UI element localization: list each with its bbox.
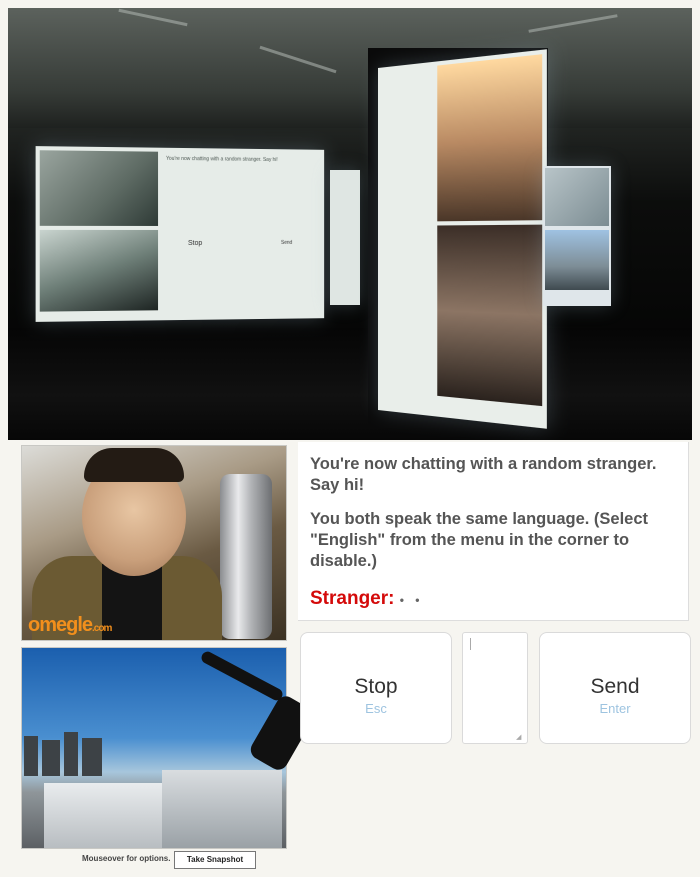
- building: [24, 736, 38, 776]
- take-snapshot-button[interactable]: Take Snapshot: [174, 851, 256, 869]
- stranger-label: Stranger:: [310, 588, 395, 609]
- projection-screen-right: [543, 166, 611, 306]
- hair: [84, 448, 184, 482]
- building: [42, 740, 60, 776]
- screen-webcam-city: [545, 230, 609, 290]
- projection-screen-middle: [330, 170, 360, 305]
- mouseover-hint: Mouseover for options.: [82, 854, 171, 863]
- projection-screen-left: You're now chatting with a random strang…: [35, 146, 325, 322]
- resize-handle[interactable]: ◢: [516, 733, 521, 741]
- send-button-label: Send: [590, 675, 640, 698]
- send-button-hint: Enter: [599, 701, 631, 716]
- metal-can: [220, 474, 272, 639]
- stranger-webcam-video: [21, 647, 317, 849]
- building: [64, 732, 78, 776]
- omegle-logo: omegle.com: [28, 614, 112, 636]
- screen-send-label: Send: [280, 239, 293, 246]
- projection-screen-center: [378, 49, 547, 429]
- screen-webcam-stranger: [39, 229, 159, 312]
- ceiling: [8, 8, 692, 128]
- text-caret: [470, 638, 471, 650]
- screen-webcam-top: [545, 168, 609, 226]
- typing-indicator: • •: [399, 593, 424, 607]
- chat-intro-message: You're now chatting with a random strang…: [310, 455, 657, 494]
- user-webcam-video: omegle.com: [21, 445, 287, 641]
- screen-webcam-second: [437, 224, 543, 407]
- screen-chat-text: You're now chatting with a random strang…: [166, 155, 278, 164]
- floor: [8, 328, 692, 440]
- message-input[interactable]: [462, 632, 528, 744]
- chat-interface: omegle.com Mouseover for options. Take S…: [0, 440, 700, 877]
- screen-webcam-woman: [437, 54, 543, 222]
- screen-stop-label: Stop: [187, 239, 203, 247]
- stop-button-label: Stop: [354, 675, 398, 698]
- stop-button-hint: Esc: [365, 701, 387, 716]
- hand-silhouette: [199, 649, 285, 703]
- chat-log: You're now chatting with a random strang…: [298, 442, 689, 621]
- building: [162, 770, 282, 848]
- send-button[interactable]: Send Enter: [539, 632, 691, 744]
- stop-button[interactable]: Stop Esc: [300, 632, 452, 744]
- building: [44, 783, 164, 848]
- installation-photo: You're now chatting with a random strang…: [8, 8, 692, 440]
- chat-language-notice: You both speak the same language. (Selec…: [310, 510, 649, 570]
- stranger-typing-line: Stranger: • •: [310, 588, 424, 610]
- building: [82, 738, 102, 776]
- screen-webcam-user: [39, 150, 159, 226]
